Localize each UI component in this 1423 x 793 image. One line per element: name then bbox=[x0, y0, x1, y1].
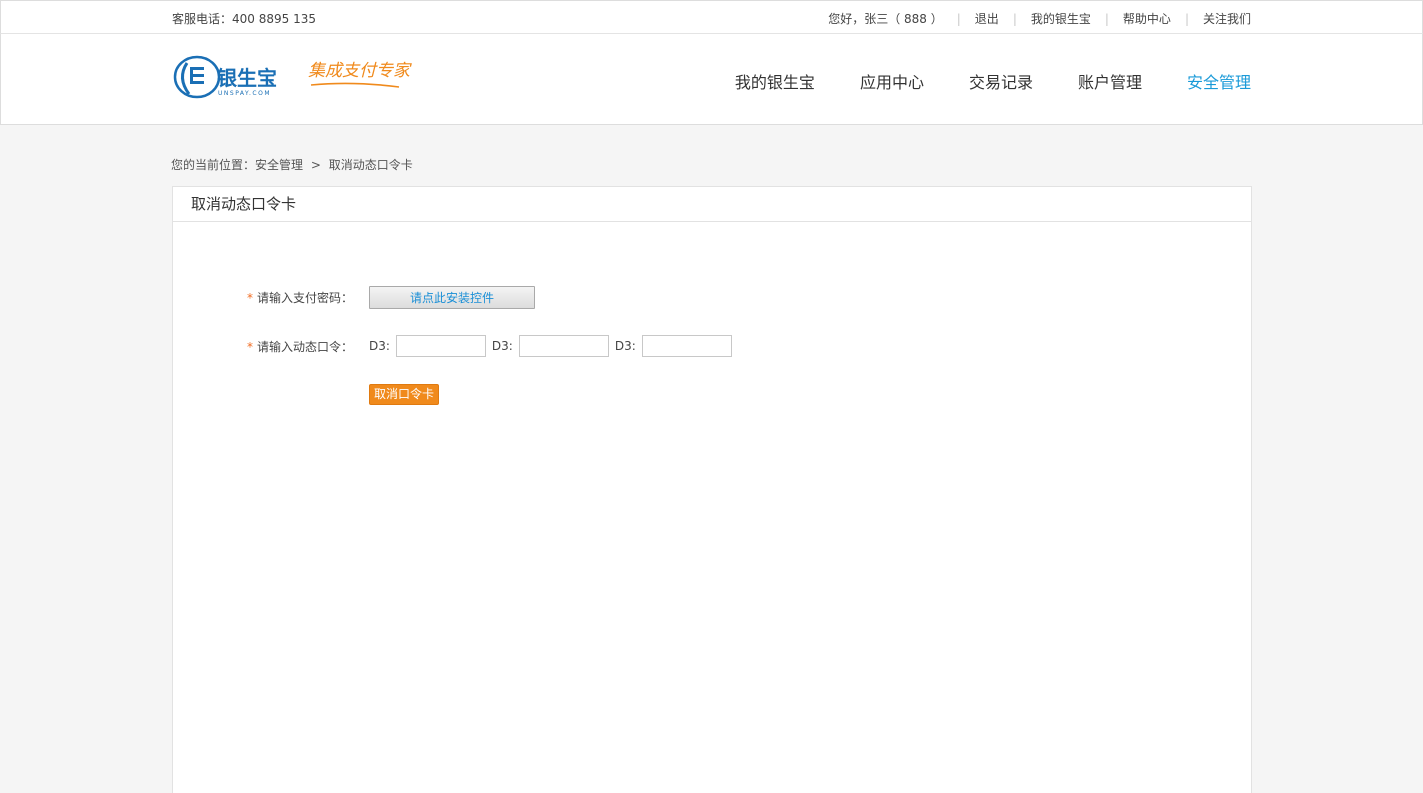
divider: | bbox=[956, 11, 961, 26]
nav-transactions[interactable]: 交易记录 bbox=[969, 69, 1033, 93]
my-unspay-link[interactable]: 我的银生宝 bbox=[1031, 10, 1091, 27]
panel-title: 取消动态口令卡 bbox=[173, 187, 1251, 222]
nav-app-center[interactable]: 应用中心 bbox=[860, 69, 924, 93]
top-links: 您好，张三（ 888 ） | 退出 | 我的银生宝 | 帮助中心 | 关注我们 bbox=[828, 10, 1251, 27]
follow-us-link[interactable]: 关注我们 bbox=[1203, 10, 1251, 27]
help-center-link[interactable]: 帮助中心 bbox=[1123, 10, 1171, 27]
divider: | bbox=[1012, 11, 1017, 26]
nav-my-unspay[interactable]: 我的银生宝 bbox=[735, 69, 815, 93]
service-hotline: 客服电话：400 8895 135 bbox=[172, 12, 316, 26]
logout-link[interactable]: 退出 bbox=[975, 10, 999, 27]
otp-input-2[interactable] bbox=[518, 335, 609, 357]
user-greeting: 您好，张三（ 888 ） bbox=[828, 12, 943, 26]
slogan-text: 集成支付专家 bbox=[308, 61, 412, 81]
pay-password-label: * 请输入支付密码： bbox=[246, 291, 353, 305]
breadcrumb-current: 取消动态口令卡 bbox=[328, 158, 413, 172]
required-mark: * bbox=[246, 339, 253, 354]
otp-prefix-3: D3: bbox=[614, 339, 636, 353]
divider: | bbox=[1184, 11, 1189, 26]
otp-input-1[interactable] bbox=[395, 335, 486, 357]
breadcrumb-arrow: > bbox=[310, 158, 321, 172]
cancel-otp-card-panel: 取消动态口令卡 * 请输入支付密码： 请点此安装控件 * 请输入动态口令： D3: … bbox=[172, 186, 1252, 793]
install-control-button[interactable]: 请点此安装控件 bbox=[369, 286, 535, 309]
main-nav: 我的银生宝 应用中心 交易记录 账户管理 安全管理 bbox=[690, 69, 1251, 93]
submit-row: 取消口令卡 bbox=[369, 384, 440, 405]
cancel-otp-card-button[interactable]: 取消口令卡 bbox=[369, 384, 440, 405]
required-mark: * bbox=[246, 291, 253, 305]
otp-row: * 请输入动态口令： D3: D3: D3: bbox=[173, 335, 738, 357]
logo-icon: 银生宝 UNSPAY.COM 集成支付专家 bbox=[173, 55, 412, 99]
breadcrumb: 您的当前位置：安全管理 > 取消动态口令卡 bbox=[171, 156, 413, 173]
site-header: 银生宝 UNSPAY.COM 集成支付专家 我的银生宝 应用中心 交易记录 账户… bbox=[0, 34, 1423, 125]
otp-prefix-1: D3: bbox=[369, 339, 390, 353]
unspay-logo[interactable]: 银生宝 UNSPAY.COM 集成支付专家 bbox=[173, 54, 413, 102]
svg-text:银生宝: 银生宝 bbox=[217, 66, 277, 90]
otp-label: * 请输入动态口令： bbox=[246, 339, 353, 354]
pay-password-row: * 请输入支付密码： 请点此安装控件 bbox=[173, 286, 535, 309]
svg-text:UNSPAY.COM: UNSPAY.COM bbox=[218, 90, 271, 97]
top-bar: 客服电话：400 8895 135 您好，张三（ 888 ） | 退出 | 我的… bbox=[0, 0, 1423, 34]
otp-prefix-2: D3: bbox=[491, 339, 513, 353]
divider: | bbox=[1104, 11, 1109, 26]
nav-security-management[interactable]: 安全管理 bbox=[1187, 69, 1251, 93]
breadcrumb-prefix: 您的当前位置：安全管理 bbox=[171, 158, 304, 172]
otp-input-3[interactable] bbox=[641, 335, 732, 357]
nav-account-management[interactable]: 账户管理 bbox=[1078, 69, 1142, 93]
